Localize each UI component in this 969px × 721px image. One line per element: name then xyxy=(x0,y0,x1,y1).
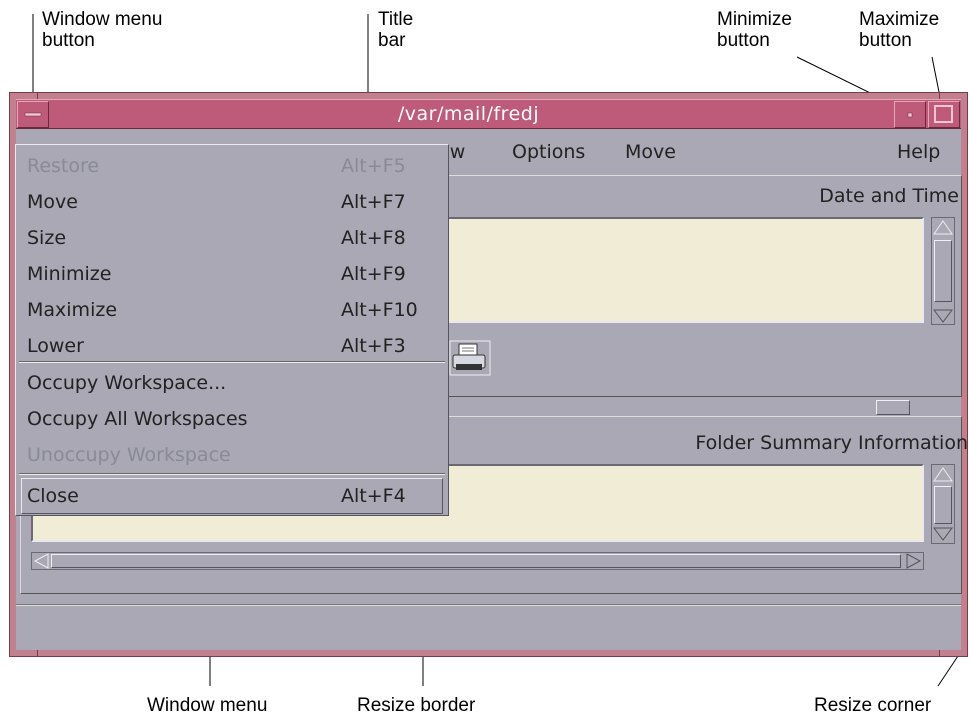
window-menu-button[interactable] xyxy=(17,101,49,128)
menu-separator xyxy=(19,361,445,363)
folder-summary-header: Folder Summary Information xyxy=(695,432,968,454)
menu-item-maximize[interactable]: Maximize Alt+F10 xyxy=(21,292,443,328)
menu-help[interactable]: Help xyxy=(897,141,940,163)
menu-item-label: Lower xyxy=(27,335,84,357)
callout-window-menu-button-line1: Window menu xyxy=(42,9,163,30)
menu-item-occupy-all-workspaces[interactable]: Occupy All Workspaces xyxy=(21,401,443,437)
menu-item-size[interactable]: Size Alt+F8 xyxy=(21,220,443,256)
menu-item-label: Occupy Workspace... xyxy=(27,372,227,394)
menu-separator xyxy=(19,473,445,475)
callout-minimize-line1: Minimize xyxy=(717,9,792,30)
status-bar-divider xyxy=(16,604,961,606)
callout-title-bar-line1: Title xyxy=(378,9,414,30)
menu-item-accel: Alt+F9 xyxy=(341,263,406,285)
resize-corner-tick xyxy=(37,650,38,656)
callout-minimize-line2: button xyxy=(717,30,770,51)
folder-summary-vscroll[interactable] xyxy=(931,464,955,544)
title-bar[interactable]: /var/mail/fredj xyxy=(16,99,961,129)
menu-item-accel: Alt+F7 xyxy=(341,191,406,213)
menu-move[interactable]: Move xyxy=(625,141,676,163)
window-menu: Restore Alt+F5 Move Alt+F7 Size Alt+F8 M… xyxy=(15,144,449,516)
folder-summary-hscroll[interactable] xyxy=(31,552,924,570)
message-list-vscroll-thumb[interactable] xyxy=(934,240,952,302)
maximize-button[interactable] xyxy=(928,101,960,128)
menu-options[interactable]: Options xyxy=(512,141,585,163)
minimize-button[interactable] xyxy=(894,101,926,128)
menu-item-label: Unoccupy Workspace xyxy=(27,444,231,466)
menu-item-minimize[interactable]: Minimize Alt+F9 xyxy=(21,256,443,292)
callout-window-menu-button: Window menu button xyxy=(42,9,162,51)
menu-item-accel: Alt+F10 xyxy=(341,299,418,321)
square-icon xyxy=(934,105,953,123)
menu-item-accel: Alt+F4 xyxy=(341,485,406,507)
menu-item-label: Occupy All Workspaces xyxy=(27,408,248,430)
menu-item-label: Move xyxy=(27,191,78,213)
dot-icon xyxy=(907,112,913,118)
callout-minimize-button: Minimize button xyxy=(717,9,792,51)
pane-sash[interactable] xyxy=(876,400,910,415)
menu-item-label: Maximize xyxy=(27,299,118,321)
date-time-header[interactable]: Date and Time xyxy=(819,185,959,207)
menu-item-accel: Alt+F8 xyxy=(341,227,406,249)
callout-resize-border: Resize border xyxy=(357,695,476,716)
folder-summary-vscroll-thumb[interactable] xyxy=(934,486,952,524)
menu-item-close[interactable]: Close Alt+F4 xyxy=(21,478,443,514)
printer-icon[interactable] xyxy=(449,340,491,381)
menu-item-accel: Alt+F5 xyxy=(341,155,406,177)
menu-item-label: Minimize xyxy=(27,263,112,285)
callout-maximize-line1: Maximize xyxy=(859,9,940,30)
callout-title-bar-line2: bar xyxy=(378,30,406,51)
callout-title-bar: Title bar xyxy=(378,9,413,51)
dash-icon xyxy=(24,112,42,117)
message-list-vscroll[interactable] xyxy=(931,217,955,325)
callout-maximize-button: Maximize button xyxy=(859,9,939,51)
folder-summary-hscroll-thumb[interactable] xyxy=(51,554,901,568)
callout-maximize-line2: button xyxy=(859,30,912,51)
callout-window-menu-button-line2: button xyxy=(42,30,95,51)
menu-item-restore[interactable]: Restore Alt+F5 xyxy=(21,148,443,184)
menu-item-move[interactable]: Move Alt+F7 xyxy=(21,184,443,220)
menu-item-label: Size xyxy=(27,227,67,249)
menu-item-label: Restore xyxy=(27,155,100,177)
menu-item-occupy-workspace[interactable]: Occupy Workspace... xyxy=(21,365,443,401)
menu-item-accel: Alt+F3 xyxy=(341,335,406,357)
window-title: /var/mail/fredj xyxy=(397,103,540,125)
callout-window-menu: Window menu xyxy=(147,695,268,716)
callout-resize-corner: Resize corner xyxy=(814,695,932,716)
menu-item-label: Close xyxy=(27,485,79,507)
menu-item-lower[interactable]: Lower Alt+F3 xyxy=(21,328,443,364)
resize-corner-tick xyxy=(939,650,940,656)
menu-item-unoccupy-workspace[interactable]: Unoccupy Workspace xyxy=(21,437,443,473)
